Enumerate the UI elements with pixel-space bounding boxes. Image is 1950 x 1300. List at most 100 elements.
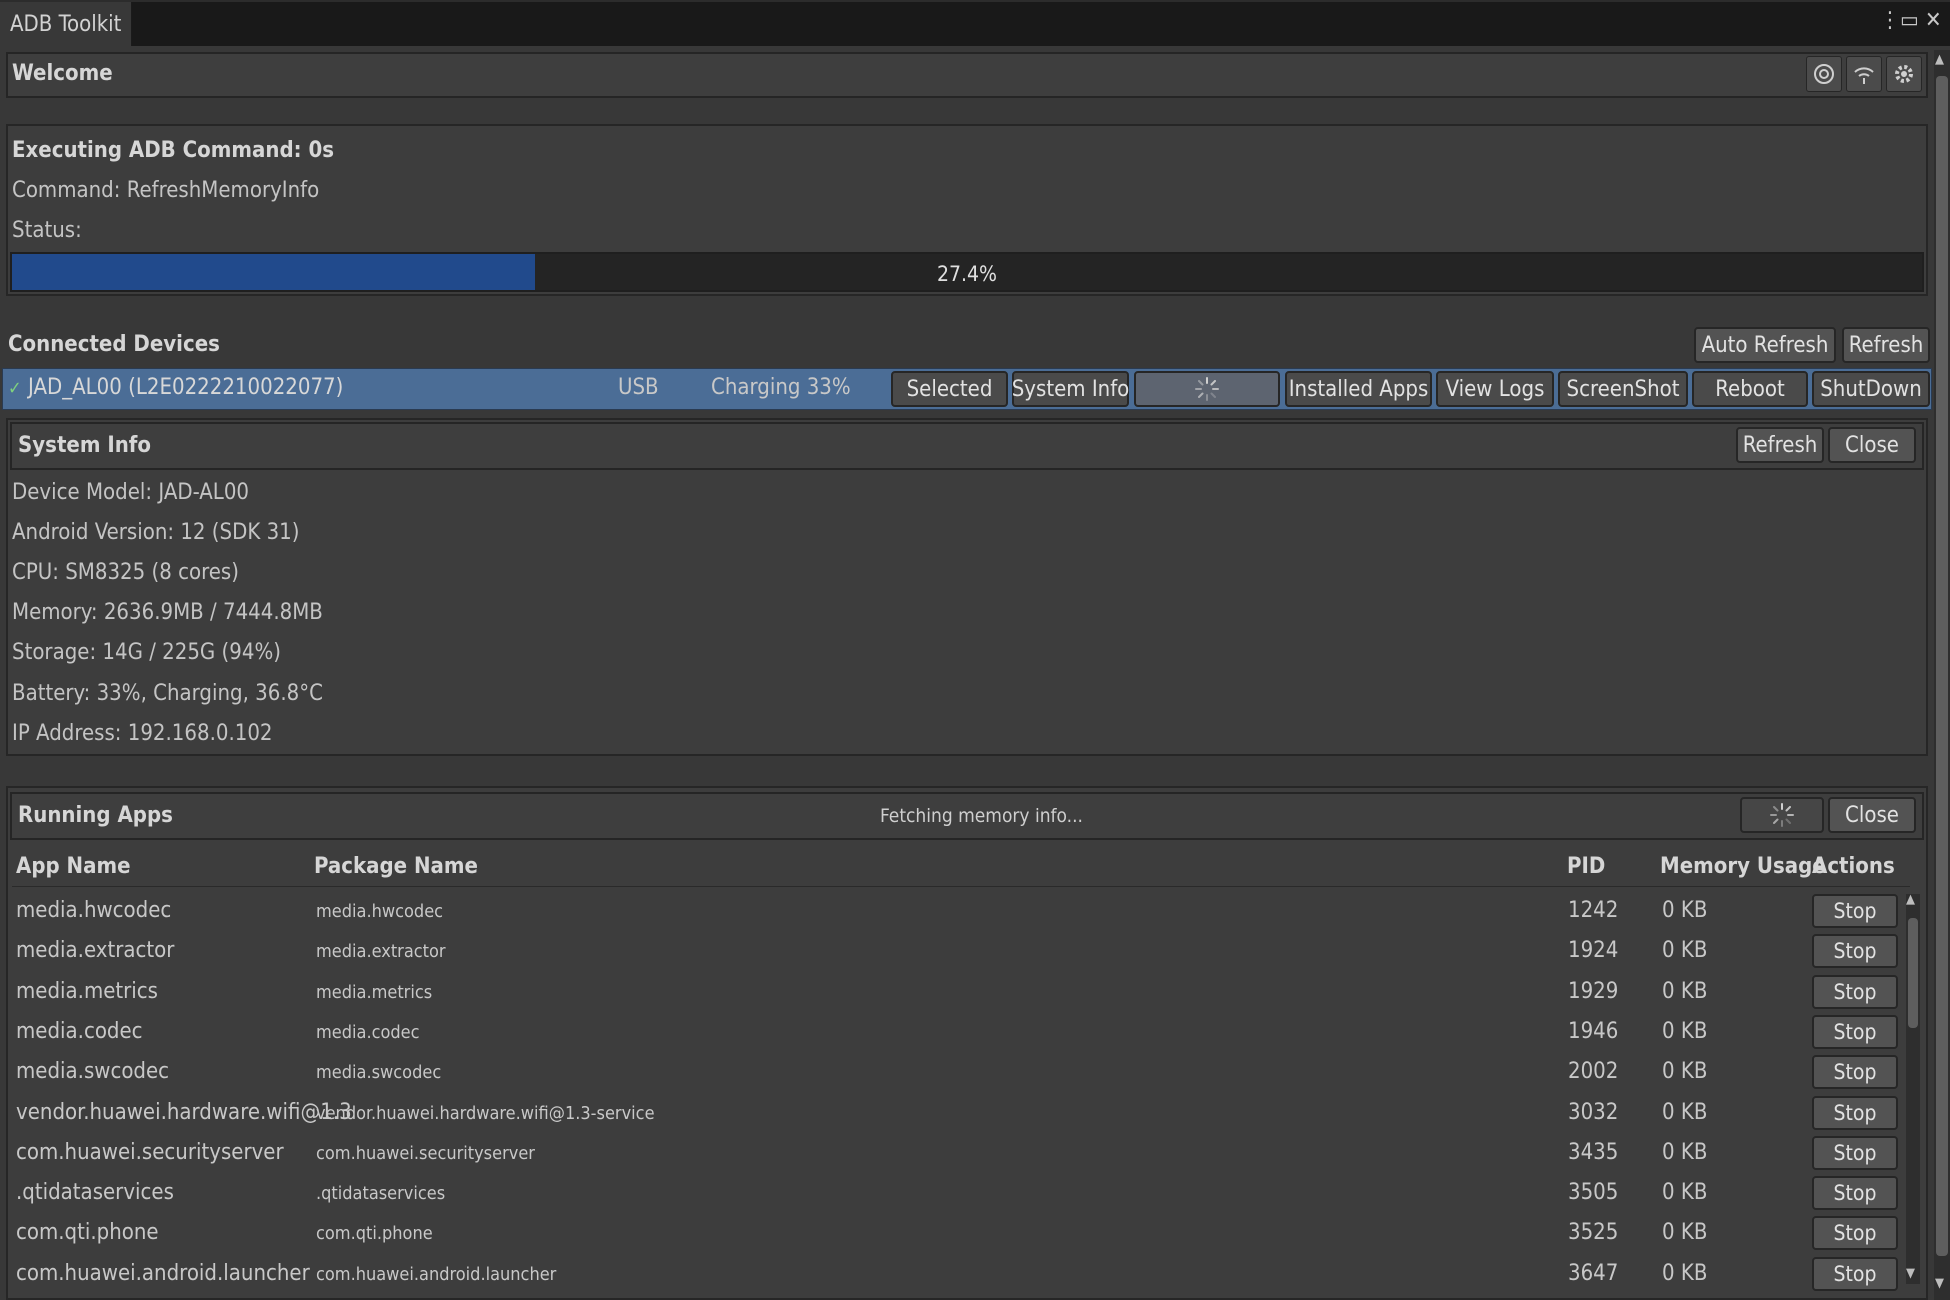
pid-cell: 1946	[1568, 1019, 1619, 1044]
app-name-cell: media.codec	[16, 1019, 143, 1044]
memory-cell: 0 KB	[1662, 979, 1708, 1004]
device-connection: USB	[618, 375, 659, 400]
pid-cell: 3435	[1568, 1140, 1619, 1165]
progress-label: 27.4%	[936, 262, 997, 286]
wifi-icon[interactable]	[1846, 56, 1882, 92]
storage-line: Storage: 14G / 225G (94%)	[12, 640, 281, 665]
memory-cell: 0 KB	[1662, 1019, 1708, 1044]
selected-button[interactable]: Selected	[891, 371, 1008, 407]
system-info-button[interactable]: System Info	[1012, 371, 1129, 407]
column-header-pid[interactable]: PID	[1567, 854, 1605, 879]
screenshot-button[interactable]: ScreenShot	[1558, 371, 1688, 407]
pid-cell: 3525	[1568, 1220, 1619, 1245]
stop-button[interactable]: Stop	[1812, 1216, 1898, 1250]
memory-cell: 0 KB	[1662, 1100, 1708, 1125]
apps-loading-indicator	[1740, 797, 1824, 833]
app-name-cell: media.metrics	[16, 979, 158, 1004]
fetching-status: Fetching memory info...	[880, 805, 1083, 827]
scroll-up-icon[interactable]: ▲	[1906, 892, 1915, 907]
tab-label: ADB Toolkit	[10, 12, 122, 37]
auto-refresh-button[interactable]: Auto Refresh	[1694, 327, 1836, 363]
pid-cell: 2002	[1568, 1059, 1619, 1084]
stop-button[interactable]: Stop	[1812, 1015, 1898, 1049]
app-name-cell: vendor.huawei.hardware.wifi@1.3	[16, 1100, 352, 1125]
column-header-package-name[interactable]: Package Name	[314, 854, 478, 879]
reboot-button[interactable]: Reboot	[1692, 371, 1808, 407]
pid-cell: 3032	[1568, 1100, 1619, 1125]
gear-icon[interactable]	[1886, 56, 1922, 92]
system-info-refresh-button[interactable]: Refresh	[1736, 427, 1824, 463]
stop-button[interactable]: Stop	[1812, 1136, 1898, 1170]
welcome-title: Welcome	[12, 61, 113, 86]
close-icon[interactable]: ✕	[1925, 8, 1942, 33]
memory-cell: 0 KB	[1662, 1220, 1708, 1245]
package-name-cell: media.hwcodec	[316, 901, 444, 922]
stop-button[interactable]: Stop	[1812, 1176, 1898, 1210]
scroll-down-icon[interactable]: ▼	[1906, 1266, 1915, 1281]
app-name-cell: media.swcodec	[16, 1059, 170, 1084]
app-name-cell: com.qti.phone	[16, 1220, 159, 1245]
column-header-app-name[interactable]: App Name	[16, 854, 131, 879]
spinner-icon	[1195, 377, 1219, 401]
memory-cell: 0 KB	[1662, 1140, 1708, 1165]
welcome-header	[6, 52, 1928, 98]
app-name-cell: media.extractor	[16, 938, 175, 963]
camera-icon[interactable]	[1806, 56, 1842, 92]
app-name-cell: .qtidataservices	[16, 1180, 174, 1205]
tab-adb-toolkit[interactable]: ADB Toolkit	[0, 2, 132, 46]
connected-devices-title: Connected Devices	[8, 332, 220, 357]
maximize-icon[interactable]: ▭	[1900, 8, 1919, 33]
pid-cell: 1929	[1568, 979, 1619, 1004]
window-scrollbar-thumb[interactable]	[1936, 76, 1948, 1256]
spinner-icon	[1770, 803, 1794, 827]
apps-scrollbar-thumb[interactable]	[1908, 918, 1918, 1028]
package-name-cell: .qtidataservices	[316, 1183, 446, 1204]
battery-line: Battery: 33%, Charging, 36.8°C	[12, 681, 323, 706]
device-name: JAD_AL00 (L2E0222210022077)	[28, 375, 344, 400]
pid-cell: 3505	[1568, 1180, 1619, 1205]
stop-button[interactable]: Stop	[1812, 1257, 1898, 1291]
package-name-cell: com.qti.phone	[316, 1223, 433, 1244]
window-titlebar	[0, 0, 1950, 46]
status-line: Status:	[12, 218, 82, 243]
execution-heading: Executing ADB Command: 0s	[12, 138, 334, 163]
window-scroll-down-icon[interactable]: ▼	[1935, 1276, 1944, 1291]
app-name-cell: com.huawei.securityserver	[16, 1140, 284, 1165]
more-options-icon[interactable]: ⋮	[1880, 8, 1900, 33]
stop-button[interactable]: Stop	[1812, 1096, 1898, 1130]
stop-button[interactable]: Stop	[1812, 975, 1898, 1009]
column-header-memory[interactable]: Memory Usage	[1660, 854, 1826, 879]
app-name-cell: media.hwcodec	[16, 898, 172, 923]
memory-cell: 0 KB	[1662, 898, 1708, 923]
running-apps-close-button[interactable]: Close	[1828, 797, 1916, 833]
memory-cell: 0 KB	[1662, 1261, 1708, 1286]
pid-cell: 1242	[1568, 898, 1619, 923]
stop-button[interactable]: Stop	[1812, 934, 1898, 968]
cpu-line: CPU: SM8325 (8 cores)	[12, 560, 239, 585]
header-divider	[12, 886, 1910, 887]
system-info-header	[10, 422, 1924, 470]
window-scroll-up-icon[interactable]: ▲	[1935, 52, 1944, 67]
stop-button[interactable]: Stop	[1812, 894, 1898, 928]
running-apps-title: Running Apps	[18, 803, 173, 828]
view-logs-button[interactable]: View Logs	[1436, 371, 1554, 407]
android-version-line: Android Version: 12 (SDK 31)	[12, 520, 300, 545]
package-name-cell: media.extractor	[316, 941, 446, 962]
stop-button[interactable]: Stop	[1812, 1055, 1898, 1089]
package-name-cell: com.huawei.securityserver	[316, 1143, 535, 1164]
memory-cell: 0 KB	[1662, 1180, 1708, 1205]
package-name-cell: media.metrics	[316, 982, 433, 1003]
device-model-line: Device Model: JAD-AL00	[12, 480, 249, 505]
shutdown-button[interactable]: ShutDown	[1812, 371, 1930, 407]
column-header-actions: Actions	[1812, 854, 1895, 879]
command-line: Command: RefreshMemoryInfo	[12, 178, 320, 203]
system-info-title: System Info	[18, 433, 151, 458]
package-name-cell: com.huawei.android.launcher	[316, 1264, 557, 1285]
pid-cell: 3647	[1568, 1261, 1619, 1286]
installed-apps-button[interactable]: Installed Apps	[1285, 371, 1432, 407]
app-name-cell: com.huawei.android.launcher	[16, 1261, 310, 1286]
loading-button[interactable]	[1134, 371, 1280, 407]
refresh-devices-button[interactable]: Refresh	[1842, 327, 1930, 363]
system-info-close-button[interactable]: Close	[1828, 427, 1916, 463]
memory-line: Memory: 2636.9MB / 7444.8MB	[12, 600, 323, 625]
